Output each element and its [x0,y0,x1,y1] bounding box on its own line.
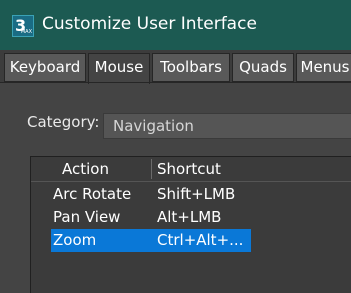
row-action: Zoom [53,231,97,249]
tab-menus[interactable]: Menus [296,53,351,82]
tab-quads[interactable]: Quads [232,53,294,82]
action-shortcut-list[interactable]: Action Shortcut Arc Rotate Shift+LMB Pan… [30,156,351,293]
row-action: Pan View [53,208,121,226]
row-shortcut: Ctrl+Alt+... [157,231,244,249]
tab-toolbars[interactable]: Toolbars [152,53,230,82]
category-dropdown[interactable]: Navigation [103,113,351,139]
window-title: Customize User Interface [42,14,257,34]
tab-mouse[interactable]: Mouse [88,53,150,84]
tab-keyboard[interactable]: Keyboard [4,53,86,82]
row-action: Arc Rotate [53,185,132,203]
app-icon-sub: MAX [20,29,32,35]
3dsmax-app-icon: 3 MAX [12,15,34,37]
column-header-shortcut[interactable]: Shortcut [157,157,221,181]
column-header-action[interactable]: Action [62,157,109,181]
row-shortcut: Alt+LMB [157,208,222,226]
column-divider[interactable] [151,159,152,179]
category-label: Category: [27,113,100,131]
title-bar[interactable]: 3 MAX Customize User Interface [0,0,351,50]
list-row-zoom-selected[interactable]: Zoom Ctrl+Alt+... [51,229,251,252]
list-row-pan-view[interactable]: Pan View Alt+LMB [51,206,351,229]
customize-ui-window: 3 MAX Customize User Interface Keyboard … [0,0,351,293]
tab-panel-border [0,82,351,83]
row-shortcut: Shift+LMB [157,185,236,203]
header-divider [31,181,351,182]
list-header: Action Shortcut [31,157,351,181]
list-row-arc-rotate[interactable]: Arc Rotate Shift+LMB [51,183,351,206]
